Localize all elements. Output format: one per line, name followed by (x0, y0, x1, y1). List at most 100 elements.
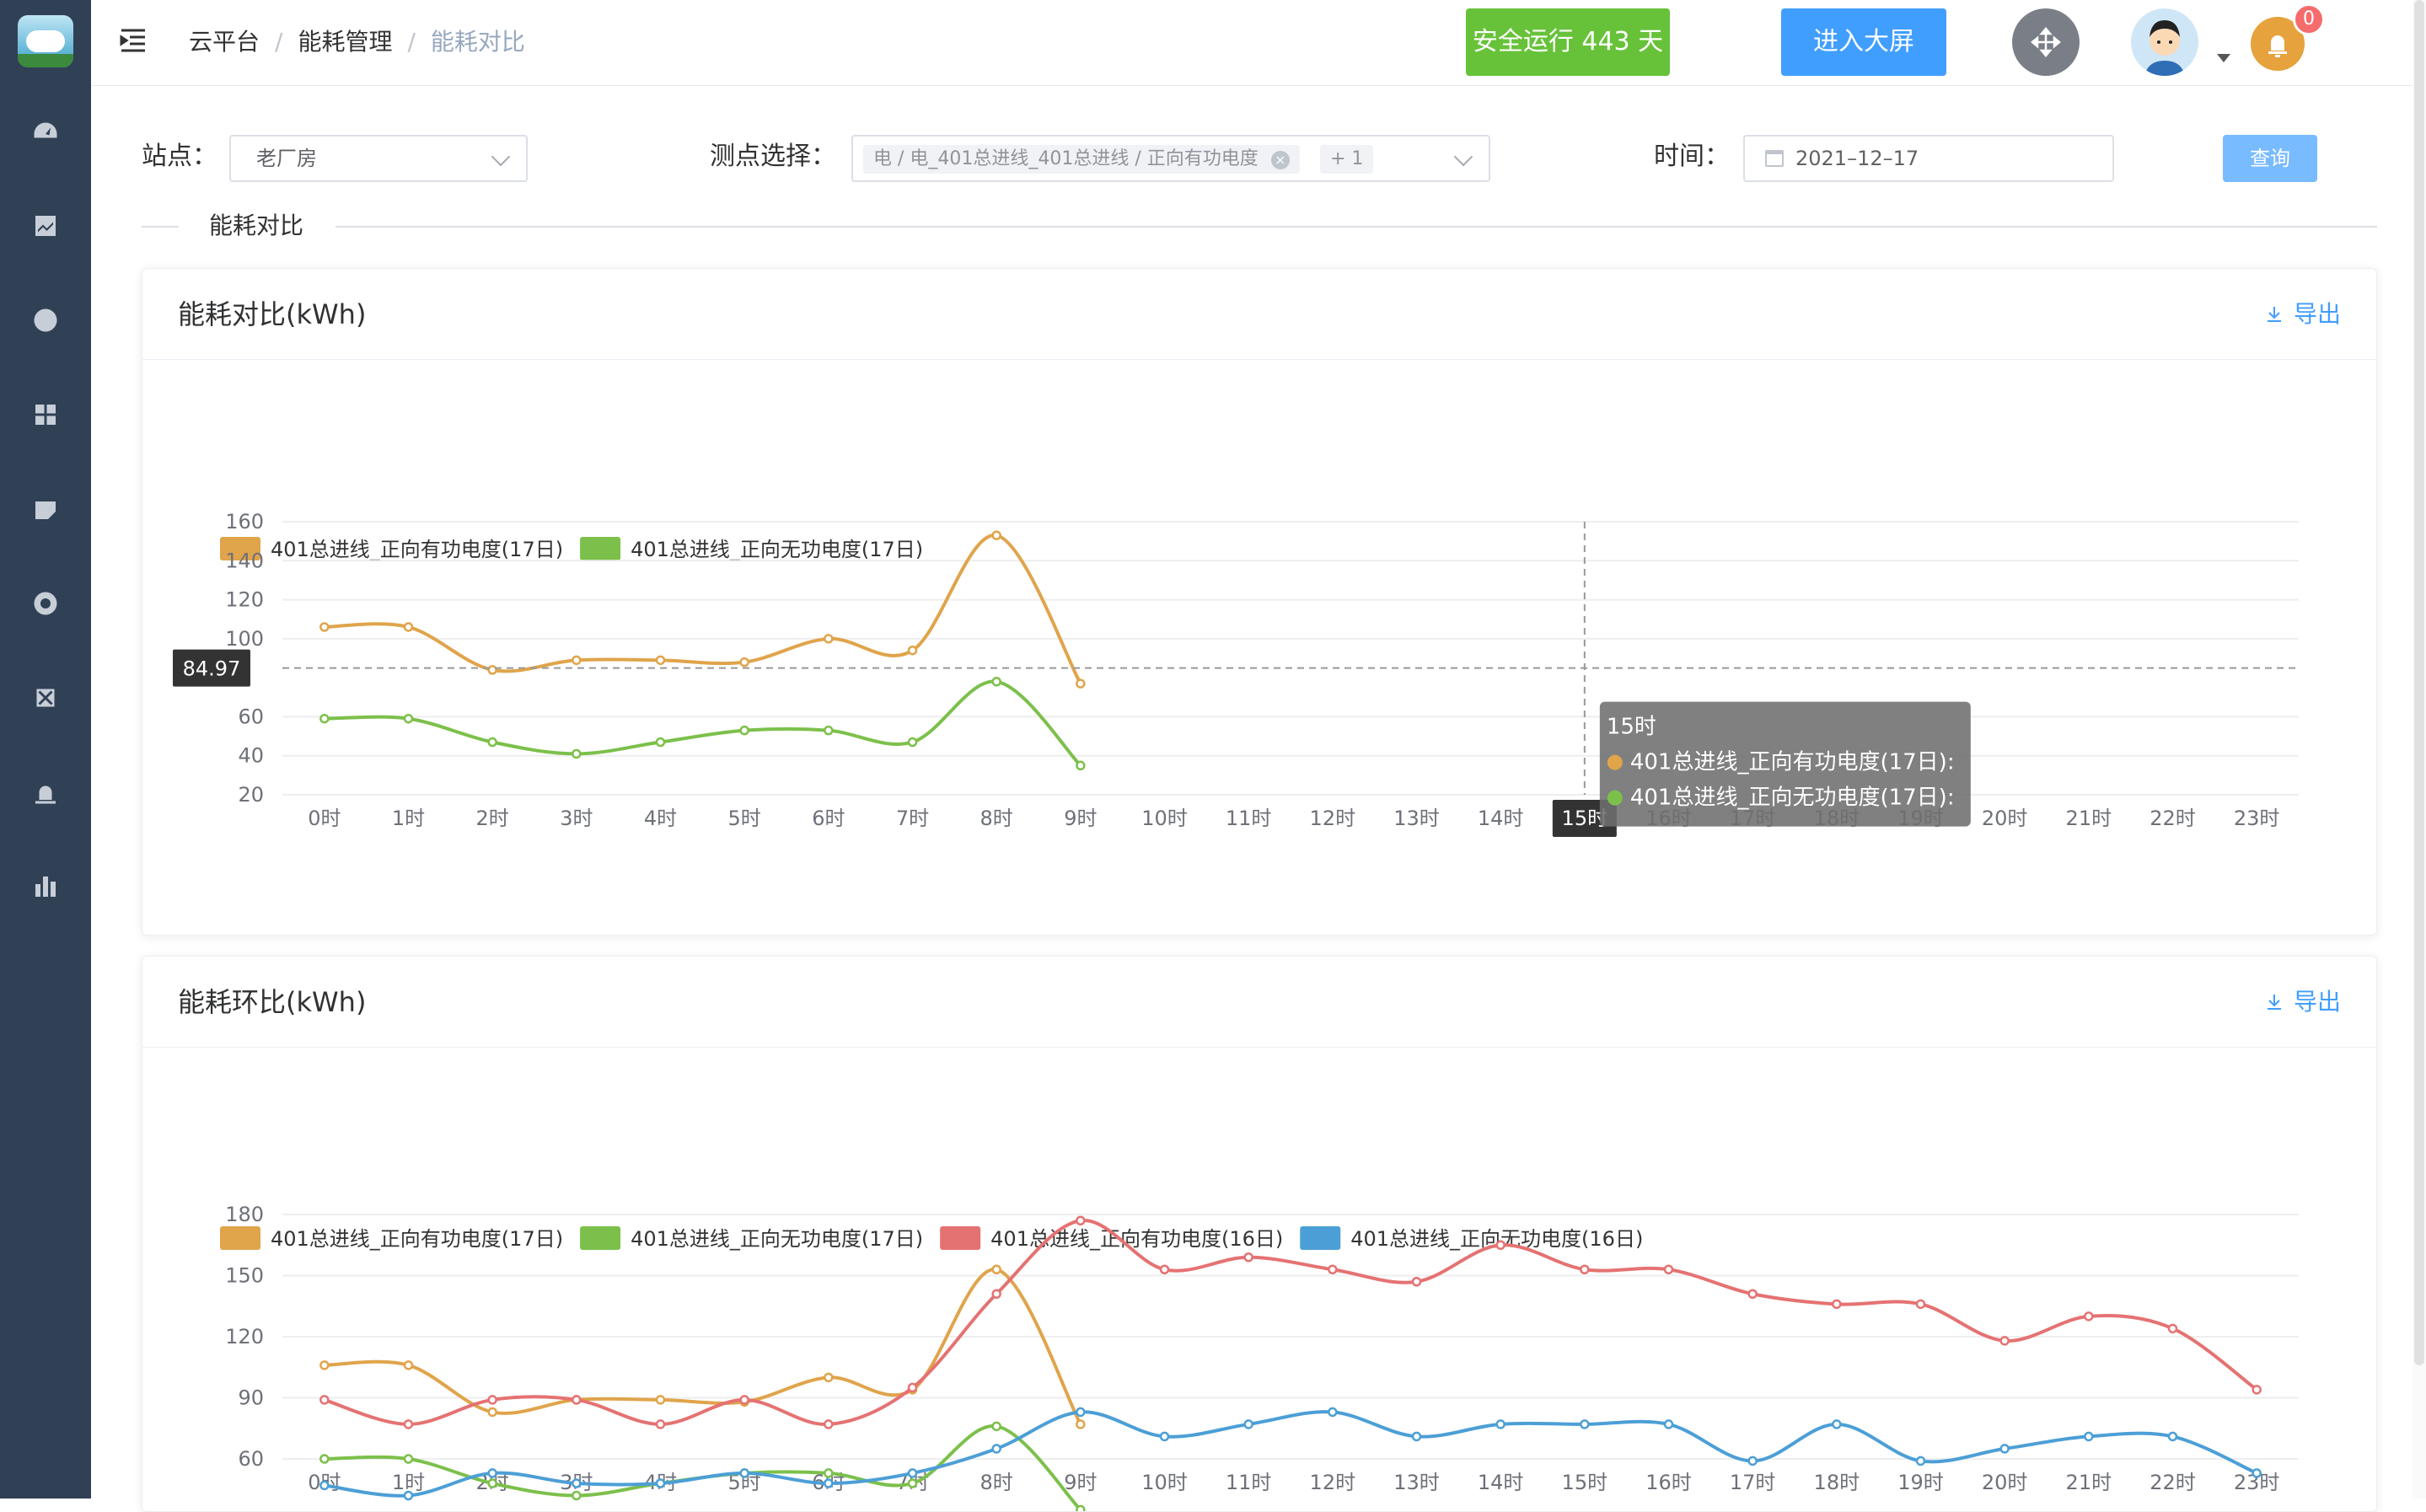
date-picker[interactable]: 2021–12–17 (1743, 135, 2114, 182)
data-point (991, 677, 1001, 687)
card-title: 能耗对比(kWh) (178, 298, 367, 330)
series (319, 1264, 1086, 1429)
legend-label: 401总进线_正向无功电度(17日) (631, 1227, 923, 1251)
x-tick-label: 15时 (1562, 1471, 1608, 1494)
alarm-icon[interactable] (30, 777, 61, 807)
site-label: 站点： (142, 142, 217, 171)
bar-chart-icon[interactable] (30, 871, 61, 902)
y-tick-label: 60 (238, 705, 264, 728)
legend-item: 401总进线_正向无功电度(16日) (1300, 1226, 1643, 1251)
fault-icon[interactable] (30, 683, 61, 713)
data-point (2084, 1431, 2094, 1442)
x-tick-label: 8时 (980, 807, 1013, 830)
series (319, 1421, 1086, 1511)
app-logo[interactable] (18, 15, 73, 67)
data-point (739, 725, 749, 736)
data-point (1580, 1419, 1590, 1429)
menu-toggle-icon[interactable] (118, 25, 148, 56)
tooltip-row: 401总进线_正向有功电度(17日): (1630, 750, 1955, 775)
export-button[interactable]: 导出 (2265, 985, 2341, 1019)
chevron-down-icon (491, 147, 511, 167)
point-tag[interactable]: 电 / 电_401总进线_401总进线 / 正向有功电度 × (863, 145, 1300, 174)
data-point (1076, 1419, 1086, 1429)
divider (142, 226, 179, 228)
energy-ring-card: 能耗环比(kWh) 导出 401总进线_正向有功电度(17日) 401总进线_正向… (142, 956, 2377, 1512)
safe-run-button[interactable]: 安全运行 443 天 (1466, 8, 1670, 76)
data-point (655, 1419, 666, 1429)
data-point (1999, 1444, 2010, 1454)
data-point (1076, 1504, 1086, 1511)
legend-swatch (580, 1226, 621, 1250)
data-point (403, 713, 414, 724)
data-point (403, 1454, 414, 1464)
series-line (324, 679, 1082, 767)
download-icon (2267, 307, 2281, 322)
x-tick-label: 12时 (1310, 807, 1356, 830)
data-point (1159, 1431, 1170, 1442)
globe-icon[interactable] (30, 305, 61, 335)
tooltip-marker (1607, 754, 1623, 770)
data-point (487, 1407, 497, 1418)
breadcrumb: 云平台 / 能耗管理 / 能耗对比 (189, 28, 525, 56)
data-point (655, 655, 666, 666)
query-button[interactable]: 查询 (2223, 135, 2317, 182)
data-point (907, 737, 918, 748)
point-tag-label: 电 / 电_401总进线_401总进线 / 正向有功电度 (873, 148, 1259, 169)
x-tick-label: 14时 (1478, 1471, 1524, 1494)
dashboard-icon[interactable] (30, 116, 61, 147)
breadcrumb-item[interactable]: 云平台 (189, 28, 260, 56)
data-point (824, 1478, 834, 1488)
legend-item: 401总进线_正向无功电度(17日) (580, 537, 923, 561)
y-tick-label: 160 (225, 510, 264, 533)
data-point (403, 1419, 414, 1429)
x-tick-label: 12时 (1310, 1471, 1356, 1494)
legend-item: 401总进线_正向有功电度(17日) (220, 1226, 563, 1251)
tag-close-icon[interactable]: × (1270, 151, 1290, 169)
data-point (1495, 1240, 1506, 1250)
y-tick-label: 60 (238, 1447, 264, 1471)
data-point (824, 1419, 834, 1429)
y-tick-label: 150 (225, 1264, 264, 1288)
data-point (403, 1360, 414, 1370)
x-tick-label: 8时 (980, 1471, 1013, 1494)
scrollbar-thumb[interactable] (2414, 0, 2424, 1365)
chart-icon[interactable] (30, 211, 61, 241)
data-point (907, 1478, 918, 1488)
y-tick-label: 100 (225, 627, 264, 651)
big-screen-button[interactable]: 进入大屏 (1781, 8, 1946, 76)
export-button[interactable]: 导出 (2265, 298, 2341, 331)
data-point (824, 634, 834, 644)
data-point (319, 1360, 330, 1370)
site-value: 老厂房 (256, 147, 317, 170)
data-point (403, 622, 414, 632)
series-line (324, 1219, 2258, 1426)
data-point (1999, 1336, 2010, 1346)
data-point (487, 1395, 497, 1405)
avatar[interactable] (2131, 8, 2198, 76)
caret-down-icon[interactable] (2217, 54, 2230, 62)
data-point (572, 748, 582, 759)
data-point (572, 655, 582, 666)
x-tick-label: 9时 (1064, 807, 1097, 830)
data-point (739, 1468, 749, 1478)
grid-icon[interactable] (30, 399, 61, 430)
calendar-icon (1765, 150, 1784, 167)
energy-ring-chart: 401总进线_正向有功电度(17日) 401总进线_正向无功电度(17日) 401总… (220, 1203, 2299, 1511)
series-line (324, 1424, 1082, 1511)
data-point (1915, 1456, 1926, 1466)
lifebuoy-icon[interactable] (30, 588, 61, 619)
move-icon[interactable] (2012, 8, 2080, 76)
breadcrumb-item[interactable]: 能耗管理 (298, 28, 392, 56)
x-tick-label: 21时 (2066, 807, 2112, 830)
x-tick-label: 13时 (1393, 807, 1440, 830)
data-point (991, 530, 1001, 540)
data-point (487, 1478, 497, 1488)
data-point (1243, 1252, 1253, 1263)
x-tick-label: 0时 (308, 807, 341, 830)
data-point (1495, 1419, 1506, 1429)
data-point (319, 1395, 330, 1405)
point-more-tag: + 1 (1320, 145, 1374, 174)
leaf-icon[interactable] (30, 494, 61, 524)
point-select[interactable]: 电 / 电_401总进线_401总进线 / 正向有功电度 × + 1 (851, 135, 1490, 182)
site-select[interactable]: 老厂房 (229, 135, 528, 182)
